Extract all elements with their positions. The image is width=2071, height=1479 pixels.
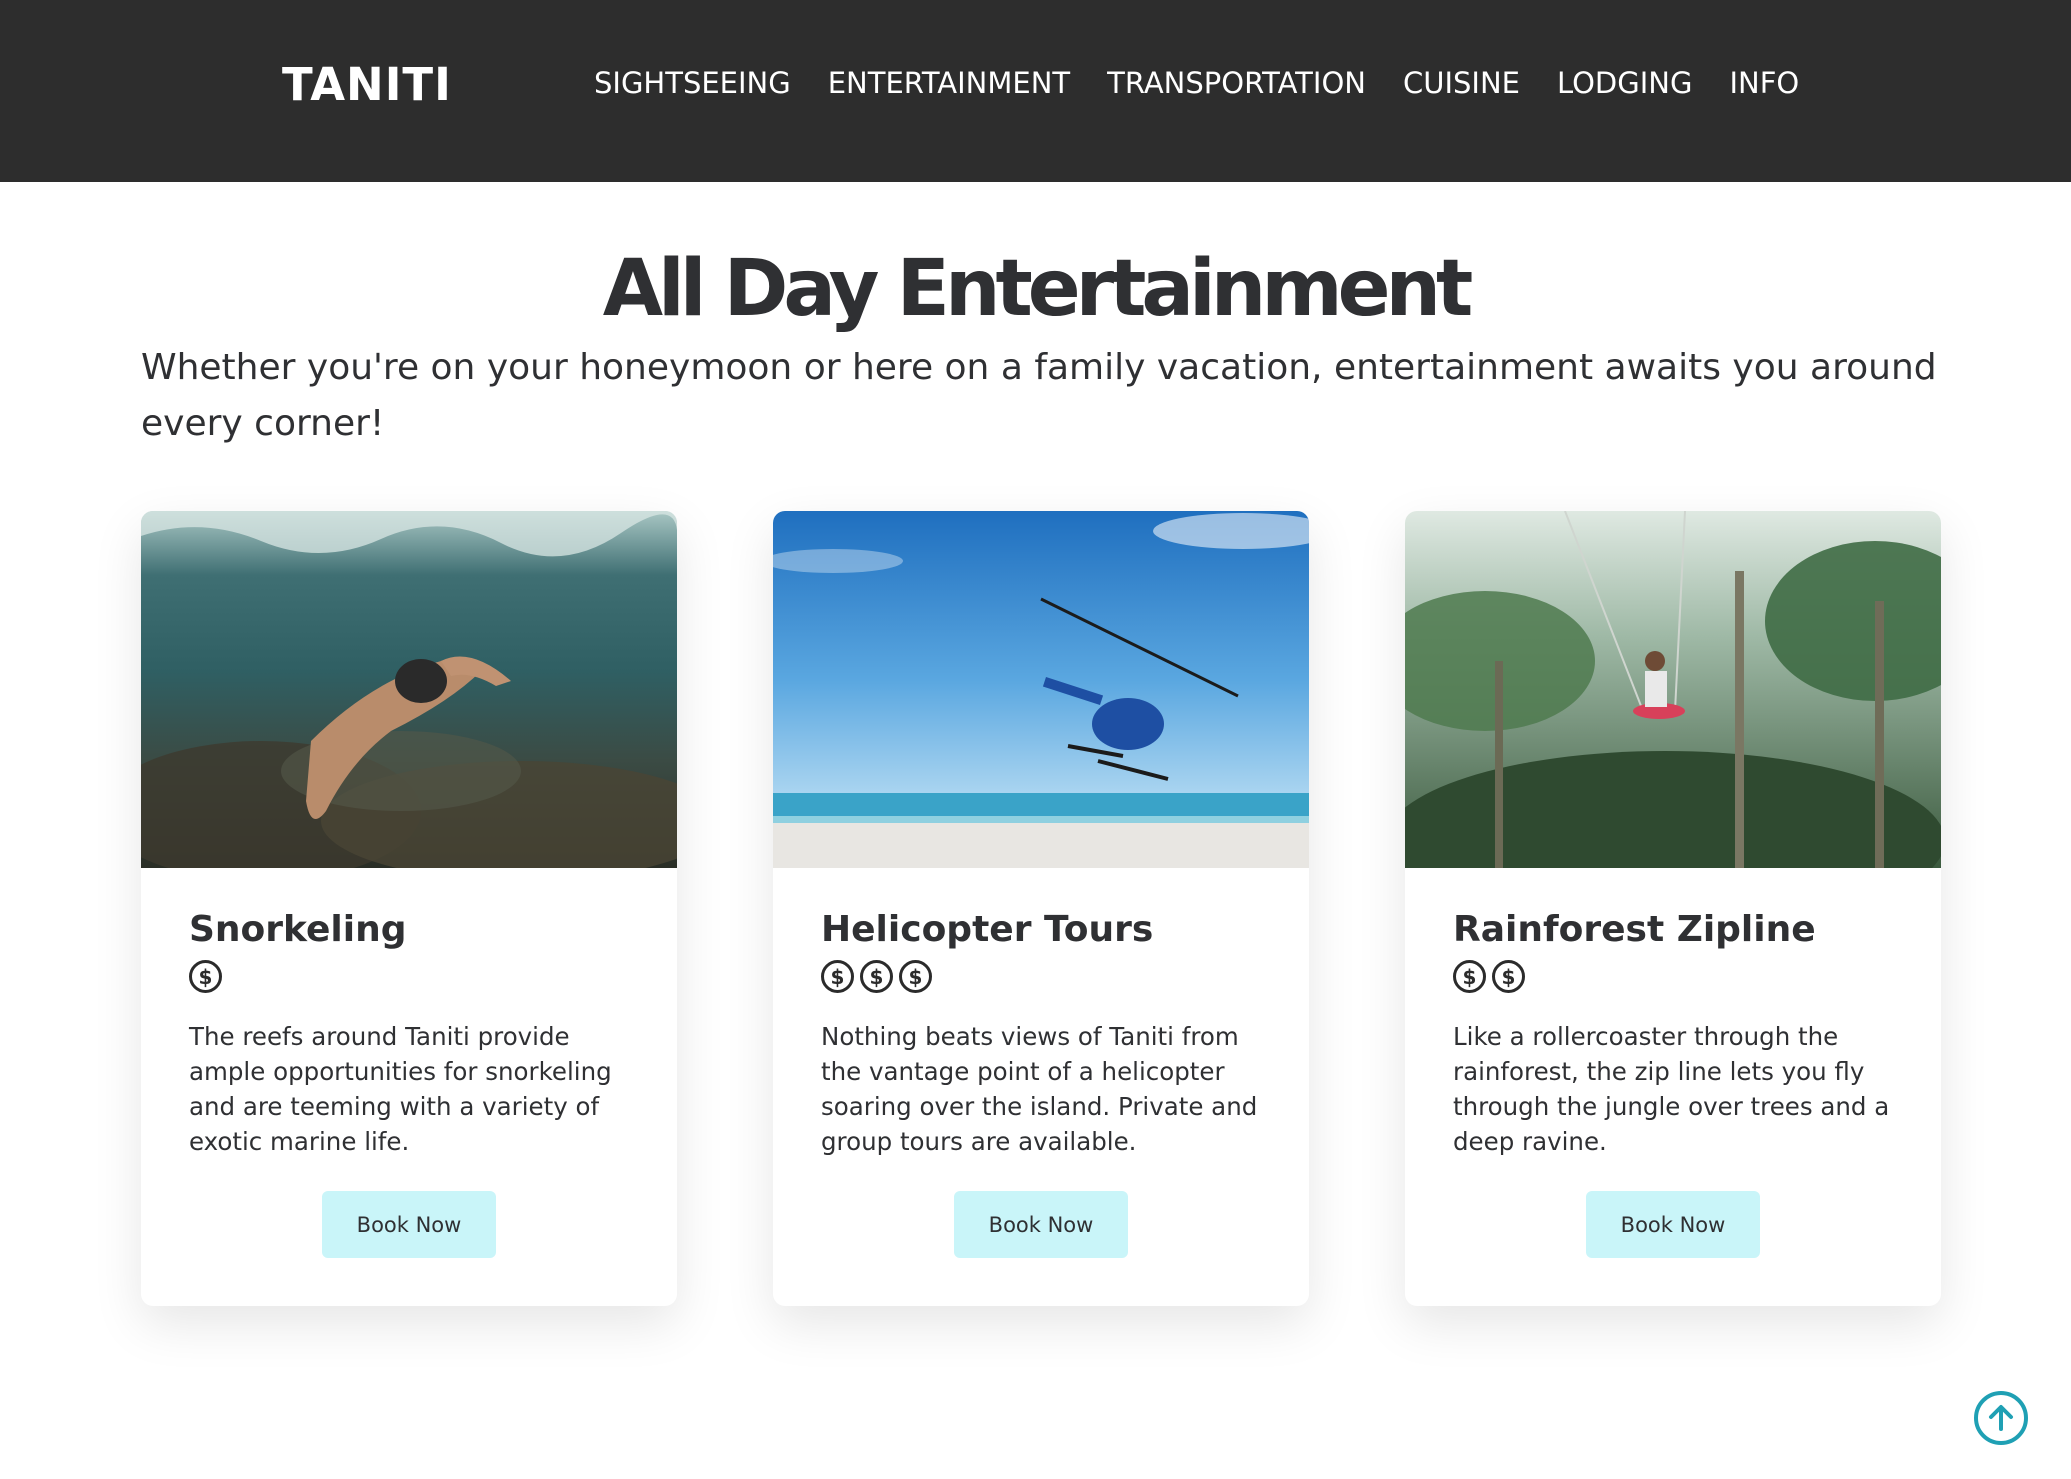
page-intro: Whether you're on your honeymoon or here… (141, 347, 1937, 444)
book-now-button-helicopter-tours[interactable]: Book Now (954, 1191, 1128, 1258)
zipline-photo (1405, 511, 1941, 868)
book-now-button-snorkeling[interactable]: Book Now (322, 1191, 496, 1258)
page-title: All Day Entertainment (602, 244, 1474, 334)
nav-link-lodging[interactable]: LODGING (1557, 66, 1692, 100)
arrow-up-circle-icon (1989, 1405, 2013, 1431)
card-description: The reefs around Taniti provide ample op… (189, 1022, 612, 1156)
nav-link-sightseeing[interactable]: SIGHTSEEING (594, 66, 791, 100)
activity-card-helicopter-tours: Helicopter Tours $ $ $ Nothing beats vie… (773, 511, 1309, 1306)
site-logo[interactable]: TANITI (282, 58, 452, 111)
snorkeling-photo (141, 511, 677, 868)
dollar-circle-icon: $ (189, 960, 222, 993)
nav-link-info[interactable]: INFO (1729, 66, 1799, 100)
book-now-button-rainforest-zipline[interactable]: Book Now (1586, 1191, 1760, 1258)
card-title: Snorkeling (189, 909, 407, 950)
price-rating: $ $ (1453, 960, 1525, 993)
nav-link-entertainment[interactable]: ENTERTAINMENT (828, 66, 1070, 100)
card-description: Like a rollercoaster through the rainfor… (1453, 1022, 1890, 1156)
activity-card-rainforest-zipline: Rainforest Zipline $ $ Like a rollercoas… (1405, 511, 1941, 1306)
dollar-circle-icon: $ (1492, 960, 1525, 993)
back-to-top-button[interactable] (1974, 1391, 2028, 1445)
dollar-circle-icon: $ (1453, 960, 1486, 993)
dollar-circle-icon: $ (860, 960, 893, 993)
nav-link-cuisine[interactable]: CUISINE (1403, 66, 1520, 100)
card-title: Rainforest Zipline (1453, 909, 1816, 950)
dollar-circle-icon: $ (899, 960, 932, 993)
dollar-circle-icon: $ (821, 960, 854, 993)
price-rating: $ (189, 960, 222, 993)
nav-link-transportation[interactable]: TRANSPORTATION (1107, 66, 1366, 100)
helicopter-photo (773, 511, 1309, 868)
price-rating: $ $ $ (821, 960, 932, 993)
activity-card-snorkeling: Snorkeling $ The reefs around Taniti pro… (141, 511, 677, 1306)
card-title: Helicopter Tours (821, 909, 1154, 950)
top-navigation-bar: TANITI SIGHTSEEING ENTERTAINMENT TRANSPO… (0, 0, 2071, 182)
main-nav: SIGHTSEEING ENTERTAINMENT TRANSPORTATION… (594, 66, 1799, 100)
card-description: Nothing beats views of Taniti from the v… (821, 1022, 1258, 1156)
